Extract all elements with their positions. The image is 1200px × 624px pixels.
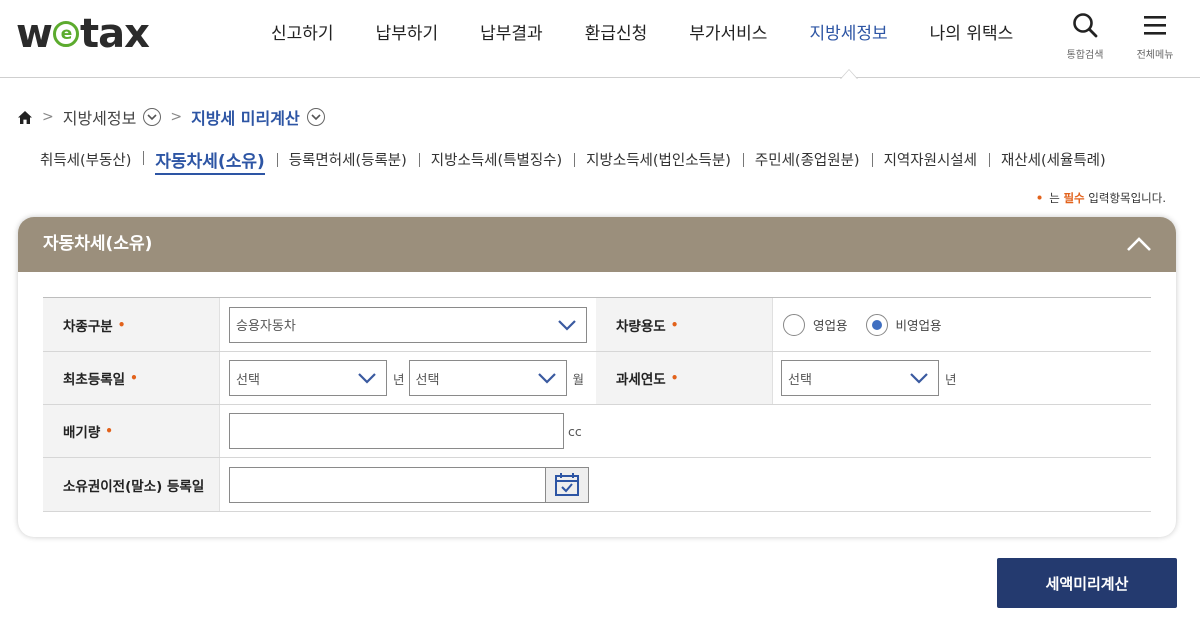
form-row-first-registration: 최초등록일 • 선택 년 선택 월 과세연도 • 선택 년 [43, 352, 1151, 405]
tab-registration-license-tax[interactable]: 등록면허세(등록분) [276, 149, 419, 170]
required-dot: • [1035, 191, 1044, 205]
usage-label: 차량용도 • [596, 298, 773, 351]
vehicle-tax-panel: 자동차세(소유) 차종구분 • 승용자동차 차량용도 • 영업용 비영업용 최초등록… [18, 217, 1176, 537]
header: w e tax 신고하기 납부하기 납부결과 환급신청 부가서비스 지방세정보 나의… [0, 0, 1200, 79]
tab-local-income-tax-withholding[interactable]: 지방소득세(특별징수) [418, 149, 574, 170]
main-nav: 신고하기 납부하기 납부결과 환급신청 부가서비스 지방세정보 나의 위택스 [250, 0, 1035, 79]
nav-item-local-tax-info[interactable]: 지방세정보 [788, 0, 908, 79]
search-label: 통합검색 [1066, 50, 1104, 61]
nav-item-payment-result[interactable]: 납부결과 [459, 0, 564, 78]
displacement-label: 배기량 • [43, 405, 220, 457]
search-icon [1073, 13, 1098, 38]
month-unit: 월 [572, 371, 585, 387]
panel-title: 자동차세(소유) [43, 234, 153, 254]
logo-text-w: w [16, 11, 53, 57]
year-unit: 년 [393, 371, 405, 387]
tab-vehicle-tax[interactable]: 자동차세(소유) [143, 147, 276, 175]
breadcrumb-level1-dropdown-icon[interactable] [143, 108, 162, 126]
hamburger-menu-icon [1144, 16, 1166, 35]
tab-resident-tax-employee[interactable]: 주민세(종업원분) [742, 149, 872, 170]
breadcrumb-current[interactable]: 지방세 미리계산 [191, 105, 300, 129]
logo-e-icon: e [52, 21, 79, 47]
nav-item-refund[interactable]: 환급신청 [564, 0, 669, 78]
nav-item-extra-services[interactable]: 부가서비스 [668, 0, 788, 78]
nav-item-my-wetax[interactable]: 나의 위택스 [909, 0, 1035, 78]
tax-year-select[interactable]: 선택 [781, 360, 939, 396]
breadcrumb-separator-icon: > [170, 109, 183, 125]
home-icon[interactable] [17, 110, 33, 125]
form-row-car-type: 차종구분 • 승용자동차 차량용도 • 영업용 비영업용 [43, 298, 1151, 352]
tab-property-tax-special-rate[interactable]: 재산세(세율특례) [988, 149, 1118, 170]
chevron-down-icon [537, 373, 556, 384]
radio-circle [783, 313, 805, 336]
required-mark: • [670, 371, 679, 385]
vehicle-tax-form: 차종구분• 승용자동차 차량용도• 영업용 비영업용 최초등록일• 선택 [43, 297, 1151, 512]
required-mark: • [670, 317, 679, 332]
calculate-tax-button[interactable]: 세액미리계산 [997, 558, 1177, 608]
form-row-displacement: 배기량 • cc [43, 405, 1151, 458]
required-mark: • [130, 371, 138, 385]
form-row-transfer-date: 소유권이전(말소) 등록일 [43, 458, 1151, 512]
required-mark: • [117, 317, 126, 332]
first-registration-month-select[interactable]: 선택 [408, 360, 567, 396]
transfer-date-input[interactable] [230, 468, 545, 502]
required-mark: • [105, 424, 113, 438]
tab-acquisition-tax[interactable]: 취득세(부동산) [28, 149, 143, 170]
chevron-down-icon [358, 373, 376, 384]
wetax-logo[interactable]: w e tax [16, 11, 150, 57]
nav-item-file-return[interactable]: 신고하기 [250, 0, 355, 78]
displacement-input[interactable] [229, 413, 564, 449]
chevron-down-icon [910, 373, 928, 384]
calendar-button[interactable] [545, 467, 588, 502]
transfer-date-label: 소유권이전(말소) 등록일 [43, 458, 220, 511]
breadcrumb-level2-dropdown-icon[interactable] [306, 108, 325, 126]
breadcrumb-separator-icon: > [42, 109, 54, 125]
chevron-down-icon [558, 319, 576, 331]
car-type-select[interactable]: 승용자동차 [229, 306, 587, 343]
car-type-label: 차종구분 • [43, 298, 220, 351]
tax-year-unit: 년 [945, 371, 957, 387]
search-button[interactable]: 통합검색 [1060, 12, 1110, 61]
first-registration-label: 최초등록일 • [43, 352, 220, 404]
breadcrumb: > 지방세정보 > 지방세 미리계산 [17, 104, 325, 130]
usage-radio-commercial[interactable]: 영업용 [783, 313, 848, 336]
tax-year-label: 과세연도 • [596, 352, 773, 404]
all-menu-label: 전체메뉴 [1136, 50, 1174, 61]
tab-regional-resource-facility-tax[interactable]: 지역자원시설세 [871, 149, 989, 170]
displacement-unit: cc [568, 423, 582, 439]
logo-text-tax: tax [79, 11, 150, 57]
panel-header: 자동차세(소유) [18, 217, 1176, 272]
collapse-chevron-up-icon[interactable] [1126, 233, 1152, 255]
required-note: • 는 필수 입력항목입니다. [1035, 191, 1166, 205]
usage-radio-non-commercial[interactable]: 비영업용 [865, 313, 942, 336]
radio-circle-selected [865, 313, 888, 336]
nav-item-payment[interactable]: 납부하기 [355, 0, 460, 78]
breadcrumb-level1[interactable]: 지방세정보 [63, 105, 137, 129]
calendar-icon [555, 472, 579, 496]
first-registration-year-select[interactable]: 선택 [229, 360, 387, 396]
tab-local-income-tax-corporate[interactable]: 지방소득세(법인소득분) [574, 149, 743, 170]
tax-type-tabs: 취득세(부동산) 자동차세(소유) 등록면허세(등록분) 지방소득세(특별징수)… [28, 146, 1118, 175]
all-menu-button[interactable]: 전체메뉴 [1130, 12, 1180, 61]
transfer-date-field [229, 466, 589, 503]
